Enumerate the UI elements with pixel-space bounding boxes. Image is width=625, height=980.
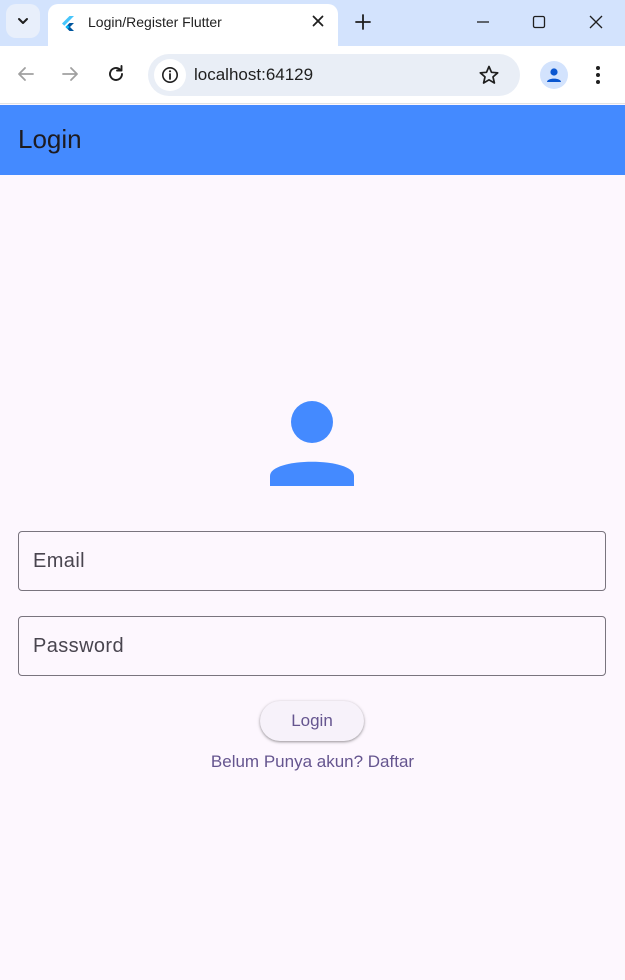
window-close-icon [589,15,603,29]
password-input[interactable] [19,617,605,675]
forward-button[interactable] [58,62,82,86]
browser-tabstrip: Login/Register Flutter [0,0,625,46]
address-bar[interactable]: localhost:64129 [148,54,520,96]
site-info-button[interactable] [154,59,186,91]
reload-icon [109,65,123,81]
reload-button[interactable] [104,62,128,86]
url-text[interactable]: localhost:64129 [194,65,313,85]
login-page: Login Belum Punya akun? Daftar [0,175,625,980]
tab-title: Login/Register Flutter [88,14,222,30]
browser-menu-button[interactable] [588,62,608,88]
password-field[interactable] [18,616,606,676]
close-icon[interactable] [310,13,326,29]
window-close-button[interactable] [584,10,608,34]
tab-search-button[interactable] [6,4,40,38]
register-link[interactable]: Belum Punya akun? Daftar [0,752,625,772]
menu-icon [596,66,600,84]
flutter-icon [62,16,74,31]
page-title: Login [18,124,82,154]
maximize-icon [532,15,546,29]
chevron-down-icon [18,18,28,24]
browser-tab[interactable]: Login/Register Flutter [48,4,338,46]
minimize-icon [477,21,489,23]
new-tab-icon[interactable] [352,11,374,33]
site-info-icon [162,67,178,83]
person-icon [270,401,354,486]
login-button[interactable]: Login [260,701,364,741]
forward-icon [62,67,78,81]
maximize-button[interactable] [527,10,551,34]
minimize-button[interactable] [471,10,495,34]
profile-button[interactable] [540,61,568,89]
browser-toolbar: localhost:64129 [0,46,625,104]
back-icon [18,67,34,81]
app-bar: Login [0,105,625,175]
profile-icon [547,68,561,82]
email-field[interactable] [18,531,606,591]
back-button[interactable] [14,62,38,86]
email-input[interactable] [19,532,605,590]
star-icon[interactable] [478,64,500,86]
